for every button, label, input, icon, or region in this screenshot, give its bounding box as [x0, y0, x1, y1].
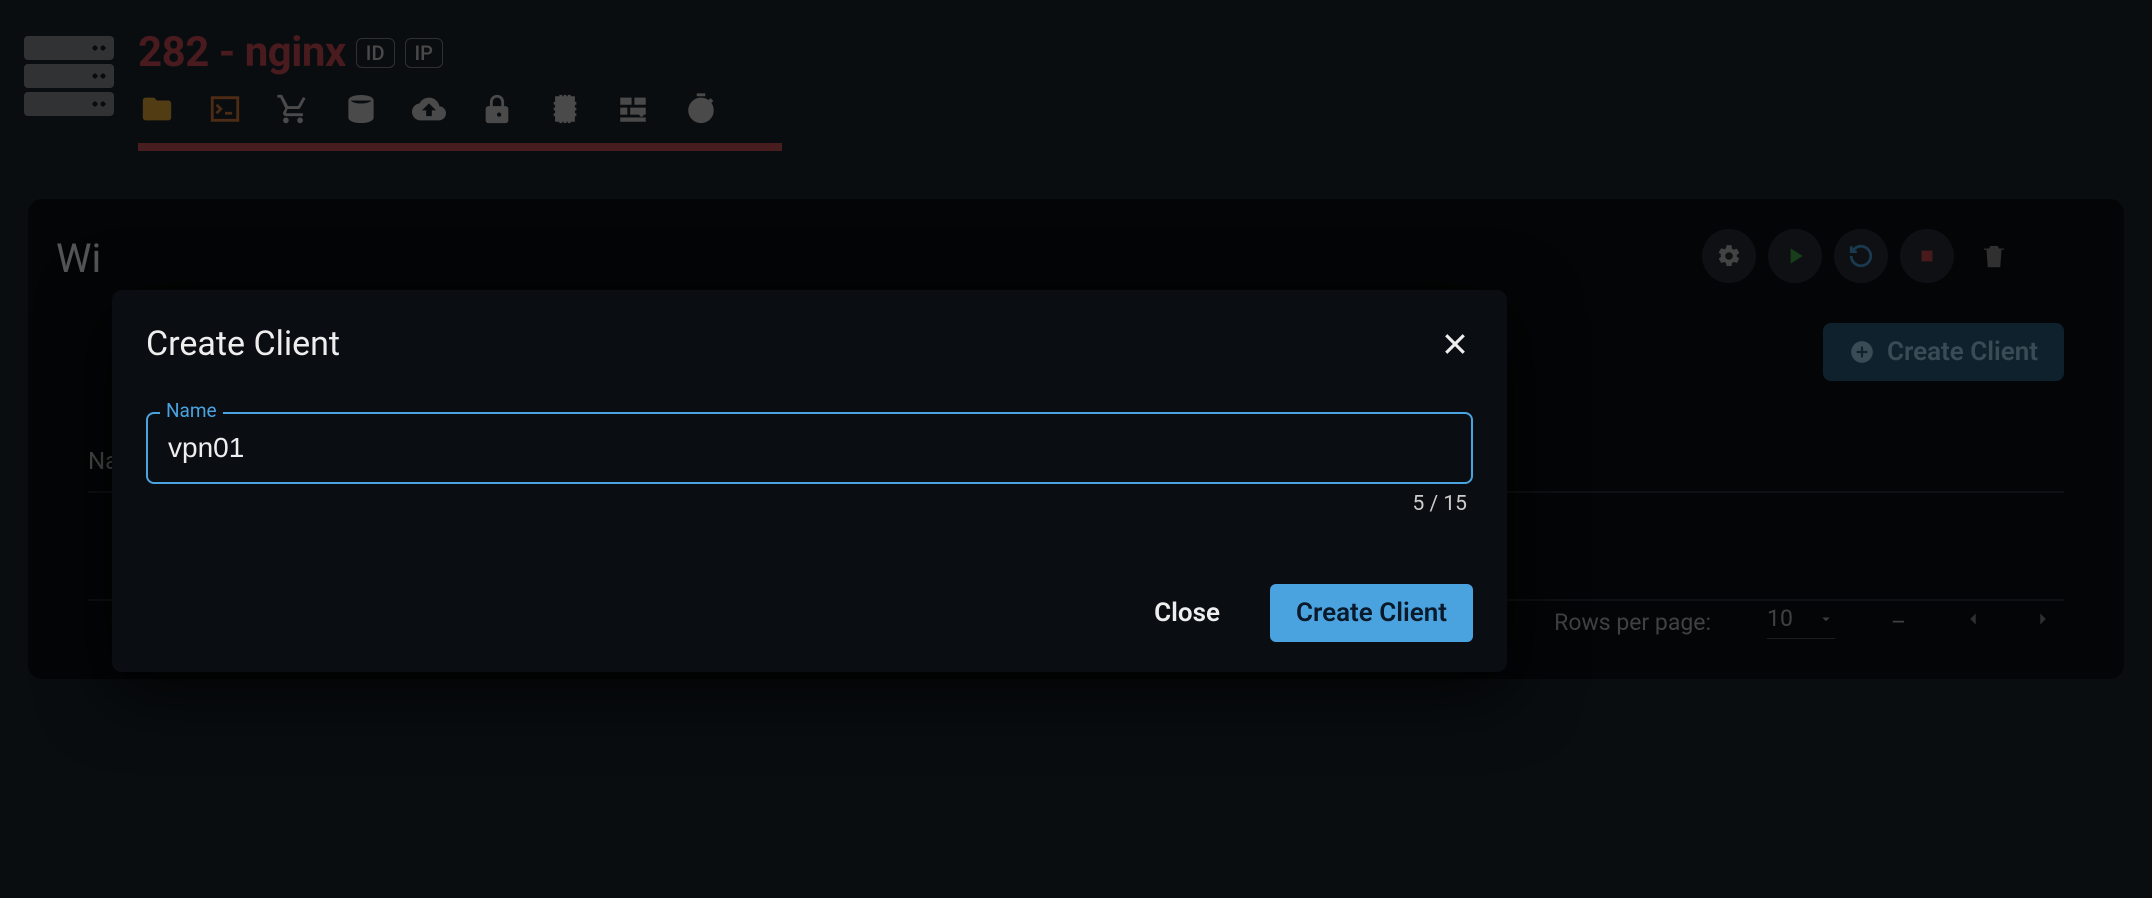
- create-client-modal: Create Client Name 5 / 15 Close Create C…: [112, 290, 1507, 672]
- modal-title: Create Client: [146, 324, 340, 364]
- modal-close-button[interactable]: [1437, 326, 1473, 362]
- name-field-label: Name: [160, 399, 223, 422]
- close-button[interactable]: Close: [1128, 584, 1246, 642]
- create-client-submit-button[interactable]: Create Client: [1270, 584, 1473, 642]
- close-icon: [1440, 329, 1470, 359]
- char-counter: 5 / 15: [146, 492, 1473, 516]
- name-input[interactable]: [146, 412, 1473, 484]
